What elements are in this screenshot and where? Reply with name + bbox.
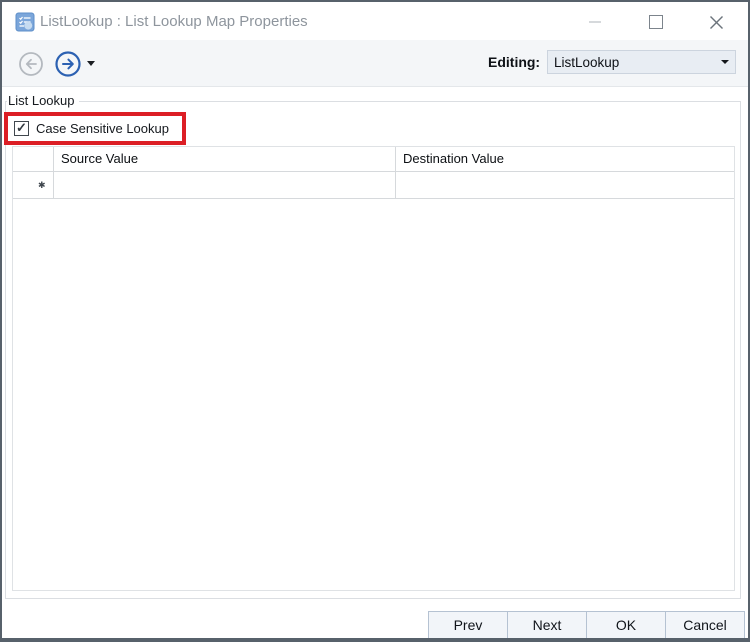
editing-combobox-value: ListLookup	[554, 54, 620, 70]
editing-label: Editing:	[488, 54, 541, 70]
maximize-icon	[649, 15, 663, 29]
cancel-button[interactable]: Cancel	[665, 611, 745, 639]
grid-corner-header-cell[interactable]	[13, 147, 54, 171]
new-row-indicator-icon: ✱	[38, 179, 46, 190]
grid-new-row: ✱	[13, 172, 734, 199]
forward-dropdown-caret-icon[interactable]	[87, 61, 95, 66]
case-sensitive-checkbox[interactable]: ✓	[14, 121, 29, 136]
lookup-map-grid: Source Value Destination Value ✱	[12, 146, 735, 591]
close-icon	[709, 15, 723, 29]
checkmark-icon: ✓	[16, 120, 27, 135]
annotation-highlight-red: ✓ Case Sensitive Lookup	[4, 112, 186, 145]
toolbar: Editing: ListLookup	[2, 40, 748, 87]
column-header-source-value[interactable]: Source Value	[54, 147, 396, 171]
case-sensitive-checkbox-label: Case Sensitive Lookup	[36, 121, 169, 136]
column-header-destination-value[interactable]: Destination Value	[396, 147, 734, 171]
back-button[interactable]	[18, 51, 44, 77]
prev-button[interactable]: Prev	[428, 611, 508, 639]
next-button[interactable]: Next	[507, 611, 587, 639]
forward-button[interactable]	[54, 50, 82, 78]
minimize-icon	[589, 21, 601, 23]
list-lookup-app-icon	[15, 12, 35, 32]
groupbox-label: List Lookup	[7, 93, 79, 108]
footer-button-bar: Prev Next OK Cancel	[428, 611, 745, 639]
combobox-dropdown-icon[interactable]	[715, 51, 735, 73]
source-value-cell[interactable]	[54, 172, 396, 198]
editing-combobox[interactable]: ListLookup	[547, 50, 736, 74]
maximize-button[interactable]	[636, 8, 676, 36]
titlebar: ListLookup : List Lookup Map Properties	[2, 2, 748, 40]
close-button[interactable]	[696, 8, 736, 36]
minimize-button[interactable]	[575, 8, 615, 36]
grid-header-row: Source Value Destination Value	[13, 147, 734, 172]
row-header-cell[interactable]: ✱	[13, 172, 54, 198]
window-title: ListLookup : List Lookup Map Properties	[40, 13, 308, 30]
ok-button[interactable]: OK	[586, 611, 666, 639]
destination-value-cell[interactable]	[396, 172, 734, 198]
list-lookup-dialog: ListLookup : List Lookup Map Properties …	[0, 0, 750, 642]
